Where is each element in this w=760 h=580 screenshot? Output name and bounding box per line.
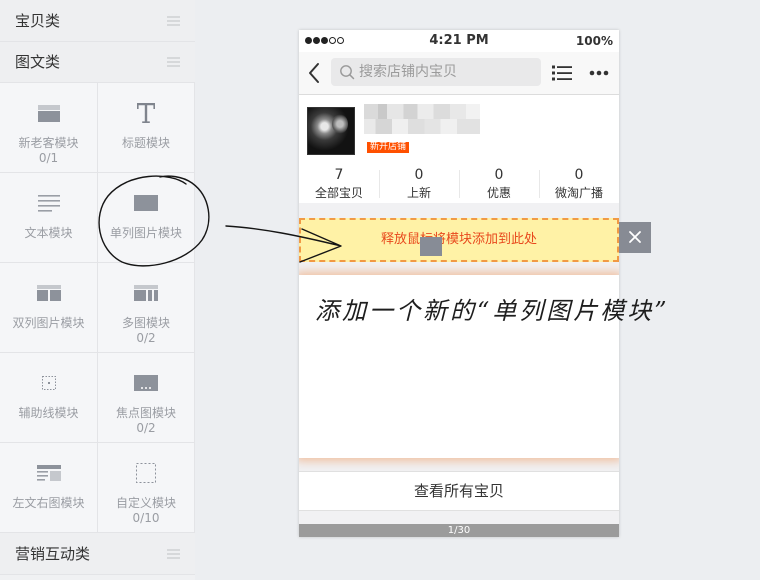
module-label: 双列图片模块 [12, 316, 85, 330]
category-label: 图文类 [15, 53, 61, 71]
module-label: 焦点图模块 [115, 406, 176, 420]
drop-zone-hint: 释放鼠标将模块添加到此处 [380, 232, 537, 247]
module-tile-focus-image[interactable]: 焦点图模块 0/2 [98, 353, 195, 443]
page-indicator: 1/30 [299, 524, 619, 537]
stat-label: 全部宝贝 [314, 186, 363, 200]
drop-zone-close-button[interactable] [619, 222, 651, 253]
module-label: 单列图片模块 [109, 226, 182, 240]
shop-avatar[interactable] [307, 107, 355, 155]
category-label: 营销互动类 [15, 544, 91, 563]
module-tile-title[interactable]: 标题模块 [98, 83, 195, 173]
multi-image-module-icon [134, 281, 158, 305]
nav-bar [299, 52, 619, 95]
stat-all-items[interactable]: 7 全部宝贝 [299, 165, 379, 203]
module-label: 左文右图模块 [12, 496, 85, 510]
module-count: 0/1 [38, 151, 59, 165]
category-marketing[interactable]: 营销互动类 [0, 533, 195, 575]
module-label: 文本模块 [24, 226, 73, 240]
stat-value: 0 [494, 167, 504, 183]
stat-new[interactable]: 0 上新 [379, 165, 459, 203]
module-count: 0/2 [136, 421, 156, 435]
module-tile-single-image[interactable]: 单列图片模块 [98, 173, 195, 263]
text-left-image-right-module-icon [36, 461, 61, 485]
stat-value: 0 [574, 167, 584, 183]
module-tile-double-image[interactable]: 双列图片模块 [0, 263, 98, 353]
module-tile-text-left-image-right[interactable]: 左文右图模块 [0, 443, 98, 533]
module-label: 辅助线模块 [18, 406, 79, 420]
custom-module-icon [134, 461, 158, 485]
stat-discount[interactable]: 0 优惠 [459, 165, 539, 203]
new-old-customer-module-icon [37, 101, 61, 125]
handwritten-annotation: 添加一个新的“单列图片模块” [315, 297, 670, 325]
title-module-icon [134, 101, 158, 125]
module-tile-new-old-customer[interactable]: 新老客模块 0/1 [0, 83, 98, 173]
more-icon[interactable] [589, 69, 609, 77]
text-module-icon [37, 191, 61, 215]
phone-preview: 4:21 PM 100% 新开店铺 7 全部宝贝 0 上新 0 优惠 [299, 30, 619, 537]
list-icon[interactable] [552, 64, 572, 82]
back-icon[interactable] [307, 62, 321, 84]
stat-label: 优惠 [486, 186, 511, 200]
dragged-module-ghost[interactable] [420, 237, 442, 256]
drag-handle-icon[interactable] [167, 548, 180, 559]
status-battery: 100% [575, 34, 613, 48]
shop-header: 新开店铺 7 全部宝贝 0 上新 0 优惠 0 微淘广播 [299, 95, 619, 203]
search-input[interactable] [331, 58, 541, 86]
stat-value: 0 [414, 167, 424, 183]
stat-label: 微淘广播 [554, 186, 603, 200]
double-image-module-icon [36, 281, 61, 305]
module-label: 新老客模块 [18, 136, 79, 150]
stat-value: 7 [334, 167, 344, 183]
module-tile-custom[interactable]: 自定义模块 0/10 [98, 443, 195, 533]
module-label: 自定义模块 [115, 496, 176, 510]
module-tile-multi-image[interactable]: 多图模块 0/2 [98, 263, 195, 353]
view-all-items-button[interactable]: 查看所有宝贝 [299, 471, 619, 511]
close-icon [629, 231, 641, 243]
module-count: 0/10 [132, 511, 160, 525]
category-goods[interactable]: 宝贝类 [0, 0, 195, 42]
status-bar: 4:21 PM 100% [299, 30, 619, 52]
module-tile-guide-line[interactable]: 辅助线模块 [0, 353, 98, 443]
drag-handle-icon[interactable] [167, 15, 180, 26]
module-sidebar: 宝贝类 图文类 新老客模块 0/1 标题模块 文本模块 单列图片模块 双列图片模… [0, 0, 195, 580]
shop-name-blurred [364, 104, 480, 134]
module-count: 0/2 [136, 331, 156, 345]
status-time: 4:21 PM [429, 33, 489, 48]
module-tile-text[interactable]: 文本模块 [0, 173, 98, 263]
focus-image-module-icon [134, 371, 158, 395]
new-shop-badge: 新开店铺 [367, 142, 410, 153]
module-drop-zone[interactable]: 释放鼠标将模块添加到此处 [299, 218, 619, 262]
module-label: 标题模块 [121, 136, 170, 150]
category-image-text[interactable]: 图文类 [0, 42, 195, 83]
shop-stats: 7 全部宝贝 0 上新 0 优惠 0 微淘广播 [299, 165, 619, 203]
single-image-module-icon [134, 191, 158, 215]
stat-weitao[interactable]: 0 微淘广播 [539, 165, 619, 203]
guide-line-module-icon [37, 371, 61, 395]
module-label: 多图模块 [121, 316, 170, 330]
drag-handle-icon[interactable] [167, 57, 180, 67]
category-label: 宝贝类 [15, 11, 61, 30]
search-box[interactable] [331, 58, 541, 86]
stat-label: 上新 [406, 186, 431, 200]
